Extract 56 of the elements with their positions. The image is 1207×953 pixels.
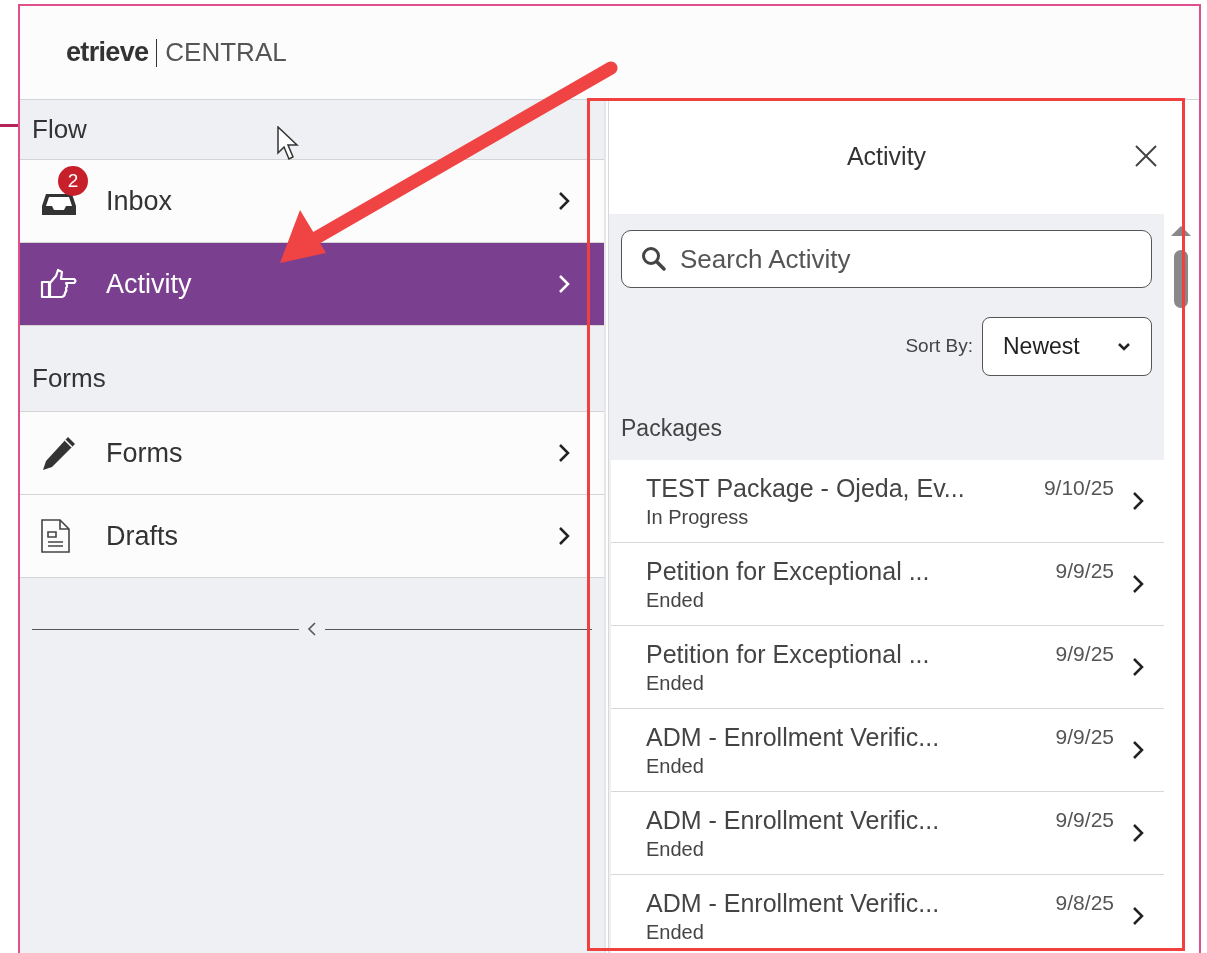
panel-title: Activity [846, 141, 927, 173]
package-date: 9/9/25 [1055, 723, 1114, 750]
chevron-right-icon [1132, 905, 1144, 926]
package-date: 9/9/25 [1055, 557, 1114, 584]
chevron-right-icon [558, 443, 570, 463]
search-icon [641, 246, 667, 272]
package-row[interactable]: Petition for Exceptional ... Ended 9/9/25 [611, 625, 1164, 709]
section-heading: Packages [621, 414, 723, 443]
scroll-up-icon[interactable] [1171, 224, 1191, 236]
chevron-down-icon [1117, 341, 1131, 352]
collapse-icon[interactable] [307, 622, 317, 636]
pencil-icon [40, 434, 78, 472]
package-status: Ended [646, 587, 705, 613]
package-name: ADM - Enrollment Verific... [646, 804, 941, 836]
close-icon[interactable] [1134, 144, 1158, 168]
package-status: Ended [646, 836, 705, 862]
package-date: 9/9/25 [1055, 640, 1114, 667]
chevron-right-icon [1132, 490, 1144, 511]
count-badge: 2 [58, 166, 88, 196]
sort-label: Sort By: [905, 334, 973, 359]
package-name: Petition for Exceptional ... [646, 555, 931, 587]
section-heading: Forms [32, 362, 106, 395]
package-name: ADM - Enrollment Verific... [646, 887, 941, 919]
package-date: 9/8/25 [1055, 889, 1114, 916]
sidebar-item[interactable]: 2 Inbox [20, 160, 604, 243]
chevron-right-icon [558, 274, 570, 294]
logo-wordmark: etrieve [66, 36, 149, 70]
sort-dropdown[interactable]: Newest [982, 317, 1152, 376]
sidebar-item[interactable]: Forms [20, 412, 604, 495]
chevron-right-icon [558, 526, 570, 546]
chevron-right-icon [1132, 822, 1144, 843]
package-status: Ended [646, 670, 705, 696]
search-field[interactable]: Search Activity [621, 230, 1152, 288]
section-heading: Flow [32, 113, 87, 146]
package-row[interactable]: TEST Package - Ojeda, Ev... In Progress 9/10/25 [611, 459, 1164, 543]
package-name: TEST Package - Ojeda, Ev... [646, 472, 966, 504]
document-icon [40, 518, 72, 554]
chevron-right-icon [558, 191, 570, 211]
package-row[interactable]: Petition for Exceptional ... Ended 9/9/25 [611, 542, 1164, 626]
package-status: Ended [646, 919, 705, 945]
sidebar-item[interactable]: Drafts [20, 495, 604, 578]
sidebar-item[interactable]: Activity [20, 243, 604, 326]
chevron-right-icon [1132, 656, 1144, 677]
chevron-right-icon [1132, 739, 1144, 760]
package-date: 9/10/25 [1043, 474, 1114, 501]
chevron-right-icon [1132, 573, 1144, 594]
package-row[interactable]: ADM - Enrollment Verific... Ended 9/9/25 [611, 791, 1164, 875]
package-row[interactable]: ADM - Enrollment Verific... Ended 9/8/25 [611, 874, 1164, 953]
package-name: Petition for Exceptional ... [646, 638, 931, 670]
package-name: ADM - Enrollment Verific... [646, 721, 941, 753]
pointing-hand-icon [40, 268, 78, 300]
package-date: 9/9/25 [1055, 806, 1114, 833]
package-status: In Progress [646, 504, 750, 530]
logo-product-name: CENTRAL [165, 36, 287, 69]
package-row[interactable]: ADM - Enrollment Verific... Ended 9/9/25 [611, 708, 1164, 792]
package-status: Ended [646, 753, 705, 779]
